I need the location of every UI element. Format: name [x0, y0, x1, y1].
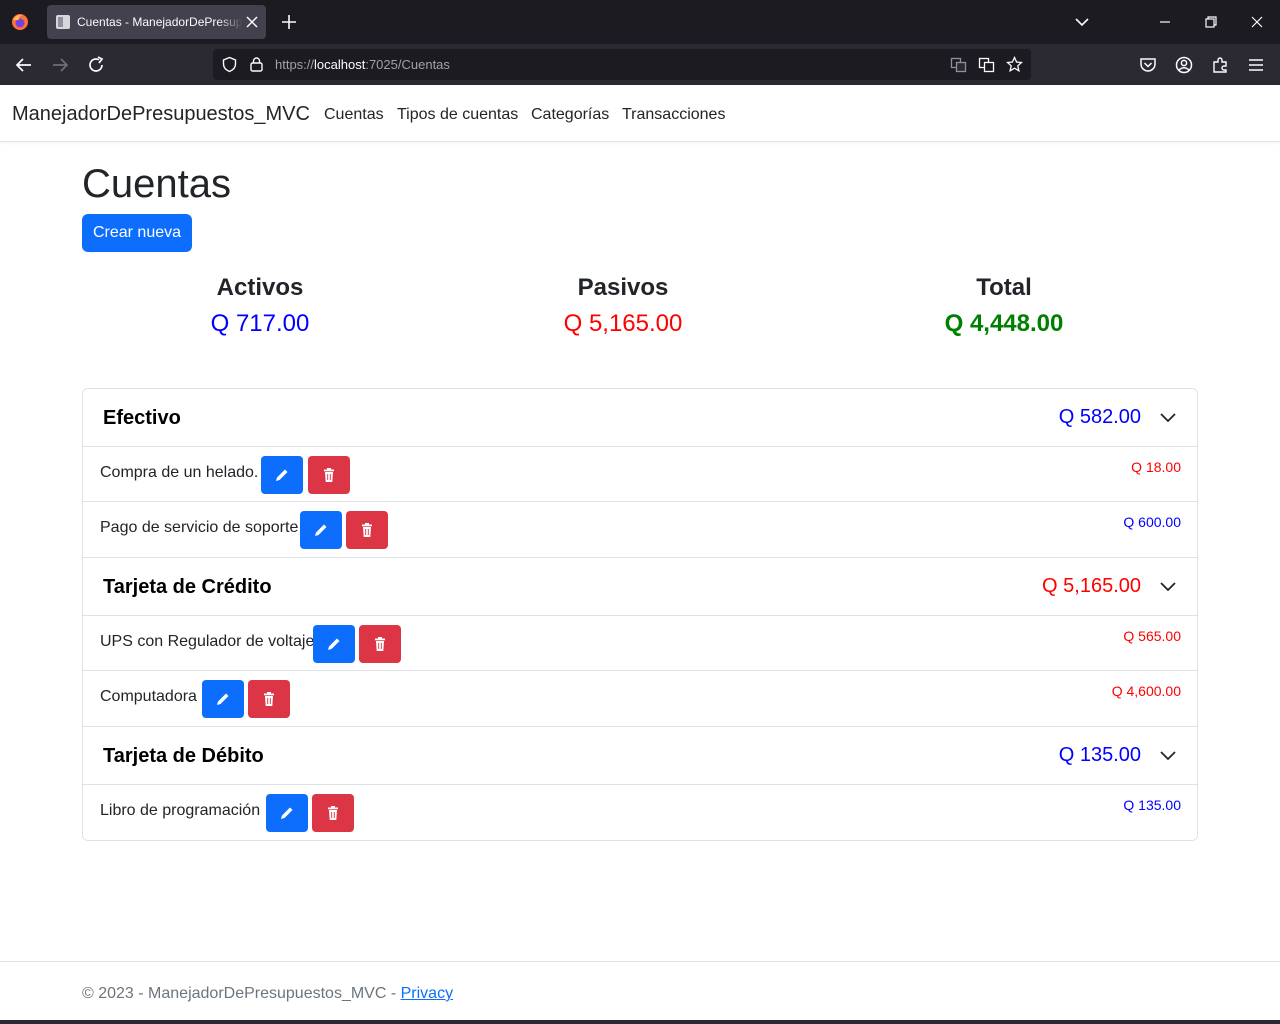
group-total: Q 582.00	[1058, 406, 1141, 428]
menu-icon[interactable]	[1246, 55, 1266, 75]
item-name: Pago de servicio de soporte	[100, 519, 299, 536]
activos-label: Activos	[216, 274, 304, 301]
list-item: Pago de servicio de soporte Q 600.00	[83, 502, 1197, 557]
pasivos-value: Q 5,165.00	[563, 310, 683, 337]
back-icon[interactable]	[14, 55, 34, 75]
close-tab-icon[interactable]	[244, 14, 260, 30]
window-bottom-edge	[0, 1020, 1280, 1024]
total-value: Q 4,448.00	[944, 310, 1064, 337]
bookmark-star-icon[interactable]	[1006, 56, 1023, 73]
nav-link-tipos-de-cuentas[interactable]: Tipos de cuentas	[397, 106, 518, 124]
footer: © 2023 - ManejadorDePresupuestos_MVC - P…	[0, 961, 1280, 1024]
nav-link-categorias[interactable]: Categorías	[531, 106, 609, 124]
item-name: Libro de programación	[100, 802, 261, 819]
list-item: Computadora Q 4,600.00	[83, 671, 1197, 726]
group-title: Tarjeta de Crédito	[103, 576, 272, 598]
footer-text: © 2023 - ManejadorDePresupuestos_MVC - P…	[82, 985, 453, 1003]
translate-page-icon[interactable]	[950, 56, 967, 73]
group-title: Tarjeta de Débito	[103, 745, 264, 767]
edit-button[interactable]	[202, 680, 244, 718]
close-window-icon[interactable]	[1248, 13, 1266, 31]
pocket-icon[interactable]	[1138, 55, 1158, 75]
edit-button[interactable]	[261, 456, 303, 494]
brand-link[interactable]: ManejadorDePresupuestos_MVC	[12, 103, 310, 126]
edit-button[interactable]	[300, 511, 342, 549]
list-item: Compra de un helado. Q 18.00	[83, 447, 1197, 502]
delete-button[interactable]	[248, 680, 290, 718]
page-title: Cuentas	[82, 162, 231, 206]
extensions-icon[interactable]	[1210, 55, 1230, 75]
summary-activos: Activos Q 717.00	[160, 272, 360, 342]
item-amount: Q 18.00	[1131, 459, 1181, 475]
url-text[interactable]: https://localhost:7025/Cuentas	[275, 57, 450, 72]
delete-button[interactable]	[308, 456, 350, 494]
trash-icon	[324, 468, 334, 482]
shield-icon[interactable]	[221, 56, 238, 73]
chevron-down-icon[interactable]	[1159, 747, 1177, 765]
accounts-accordion: Efectivo Q 582.00 Compra de un helado. Q…	[82, 388, 1198, 841]
lock-icon[interactable]	[248, 56, 265, 73]
edit-button[interactable]	[266, 794, 308, 832]
item-amount: Q 4,600.00	[1111, 683, 1181, 699]
restore-icon[interactable]	[1202, 13, 1220, 31]
app-navbar: ManejadorDePresupuestos_MVC Cuentas Tipo…	[0, 85, 1280, 142]
trash-icon	[328, 806, 338, 820]
copyright-text: © 2023 - ManejadorDePresupuestos_MVC -	[82, 985, 401, 1002]
list-item: UPS con Regulador de voltaje Q 565.00	[83, 616, 1197, 671]
accordion-header-efectivo[interactable]: Efectivo Q 582.00	[83, 389, 1197, 447]
browser-toolbar: https://localhost:7025/Cuentas	[0, 44, 1280, 85]
pencil-icon	[328, 638, 340, 650]
activos-value: Q 717.00	[210, 310, 310, 337]
chevron-down-icon[interactable]	[1159, 578, 1177, 596]
account-icon[interactable]	[1174, 55, 1194, 75]
delete-button[interactable]	[346, 511, 388, 549]
nav-link-transacciones[interactable]: Transacciones	[622, 106, 725, 124]
accordion-header-tarjeta-de-debito[interactable]: Tarjeta de Débito Q 135.00	[83, 727, 1197, 785]
browser-tab-bar: Cuentas - ManejadorDePresupuestos_MVC	[0, 0, 1280, 44]
privacy-link[interactable]: Privacy	[401, 985, 453, 1002]
total-label: Total	[976, 274, 1032, 301]
delete-button[interactable]	[312, 794, 354, 832]
firefox-logo-icon[interactable]	[10, 12, 30, 32]
page-icon	[56, 15, 70, 29]
tab-title: Cuentas - ManejadorDePresupuestos_MVC	[77, 15, 243, 29]
pencil-icon	[217, 693, 229, 705]
item-amount: Q 135.00	[1123, 797, 1181, 813]
item-amount: Q 600.00	[1123, 514, 1181, 530]
summary-pasivos: Pasivos Q 5,165.00	[523, 272, 723, 342]
item-amount: Q 565.00	[1123, 628, 1181, 644]
forward-icon[interactable]	[50, 55, 70, 75]
create-new-button[interactable]: Crear nueva	[82, 214, 192, 252]
item-name: UPS con Regulador de voltaje	[100, 633, 315, 650]
url-bar[interactable]: https://localhost:7025/Cuentas	[213, 49, 1031, 80]
chevron-down-icon[interactable]	[1159, 409, 1177, 427]
new-tab-icon[interactable]	[280, 13, 298, 31]
group-total: Q 135.00	[1058, 744, 1141, 766]
trash-icon	[375, 637, 385, 651]
pasivos-label: Pasivos	[577, 274, 669, 301]
summary-total: Total Q 4,448.00	[904, 272, 1104, 342]
list-item: Libro de programación Q 135.00	[83, 785, 1197, 840]
group-title: Efectivo	[103, 407, 181, 429]
accordion-header-tarjeta-de-credito[interactable]: Tarjeta de Crédito Q 5,165.00	[83, 558, 1197, 616]
group-total: Q 5,165.00	[1042, 575, 1141, 597]
pencil-icon	[276, 469, 288, 481]
trash-icon	[362, 523, 372, 537]
pencil-icon	[281, 807, 293, 819]
reload-icon[interactable]	[86, 55, 106, 75]
nav-link-cuentas[interactable]: Cuentas	[324, 106, 384, 124]
item-name: Computadora	[100, 688, 197, 705]
translate-icon[interactable]	[978, 56, 995, 73]
browser-tab-active[interactable]: Cuentas - ManejadorDePresupuestos_MVC	[47, 5, 266, 39]
list-all-tabs-icon[interactable]	[1073, 13, 1091, 31]
pencil-icon	[315, 524, 327, 536]
delete-button[interactable]	[359, 625, 401, 663]
trash-icon	[264, 692, 274, 706]
item-name: Compra de un helado.	[100, 464, 259, 481]
minimize-icon[interactable]	[1156, 13, 1174, 31]
edit-button[interactable]	[313, 625, 355, 663]
